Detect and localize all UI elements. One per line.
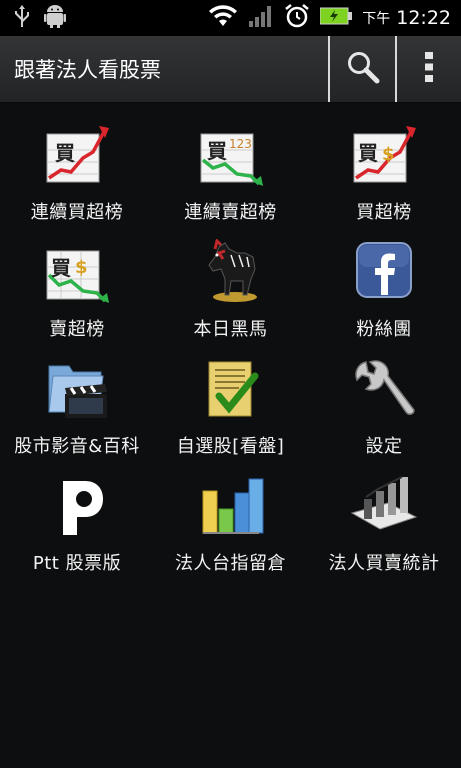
menu-grid: 買 連續買超榜 買 123 連續賣超榜 買 $ 買超榜 買 $ 賣超榜 本日黑馬… — [0, 108, 461, 576]
menu-item-video-wiki[interactable]: 股市影音&百科 — [0, 342, 154, 459]
menu-label: 本日黑馬 — [193, 319, 268, 340]
action-bar: 跟著法人看股票 — [0, 36, 461, 103]
bar-chart-icon — [195, 473, 267, 539]
watchlist-check-icon — [195, 356, 267, 422]
battery-charging-icon — [319, 7, 353, 29]
menu-item-sell-top[interactable]: 買 $ 賣超榜 — [0, 225, 154, 342]
more-vert-icon — [424, 50, 434, 88]
svg-text:$: $ — [382, 144, 395, 165]
app-title: 跟著法人看股票 — [14, 58, 161, 82]
buy-chart-up-icon: 買 — [41, 122, 113, 188]
status-bar: 下午 12:22 — [0, 0, 461, 36]
svg-text:買: 買 — [358, 141, 378, 165]
search-button[interactable] — [328, 36, 395, 102]
menu-label: 買超榜 — [356, 202, 412, 223]
menu-label: 粉絲團 — [356, 319, 412, 340]
android-debug-icon — [44, 4, 66, 32]
overflow-menu-button[interactable] — [395, 36, 461, 102]
status-time: 12:22 — [396, 7, 451, 29]
dark-horse-icon — [195, 239, 267, 305]
status-ampm: 下午 — [362, 11, 391, 27]
signal-icon — [248, 5, 274, 31]
menu-item-buy-sell-stats[interactable]: 法人買賣統計 — [307, 459, 461, 576]
svg-text:買: 買 — [207, 139, 227, 163]
svg-text:買: 買 — [51, 256, 71, 280]
sell-chart-123-icon: 買 123 — [195, 122, 267, 188]
ptt-icon — [41, 473, 113, 539]
menu-item-dark-horse[interactable]: 本日黑馬 — [154, 225, 307, 342]
svg-text:$: $ — [75, 257, 88, 278]
menu-label: 股市影音&百科 — [14, 436, 140, 457]
menu-label: 連續賣超榜 — [184, 202, 277, 223]
menu-item-watchlist[interactable]: 自選股[看盤] — [154, 342, 307, 459]
svg-text:買: 買 — [55, 141, 75, 165]
menu-label: Ptt 股票版 — [32, 553, 122, 574]
menu-item-futures-position[interactable]: 法人台指留倉 — [154, 459, 307, 576]
usb-icon — [14, 5, 30, 31]
alarm-icon — [284, 3, 310, 33]
svg-text:123: 123 — [229, 137, 252, 151]
menu-label: 賣超榜 — [49, 319, 105, 340]
menu-item-settings[interactable]: 設定 — [307, 342, 461, 459]
menu-label: 自選股[看盤] — [176, 436, 285, 457]
facebook-icon — [348, 239, 420, 305]
menu-item-ptt[interactable]: Ptt 股票版 — [0, 459, 154, 576]
sell-chart-dollar-icon: 買 $ — [41, 239, 113, 305]
buy-chart-dollar-icon: 買 $ — [348, 122, 420, 188]
wrench-icon — [348, 356, 420, 422]
menu-label: 法人台指留倉 — [175, 553, 286, 574]
video-folder-icon — [41, 356, 113, 422]
menu-item-buy-top[interactable]: 買 $ 買超榜 — [307, 108, 461, 225]
search-icon — [346, 50, 380, 88]
menu-item-consecutive-buy[interactable]: 買 連續買超榜 — [0, 108, 154, 225]
wifi-icon — [208, 5, 238, 31]
menu-item-fan-page[interactable]: 粉絲團 — [307, 225, 461, 342]
menu-item-consecutive-sell[interactable]: 買 123 連續賣超榜 — [154, 108, 307, 225]
stats-chart-icon — [348, 473, 420, 539]
menu-label: 設定 — [365, 436, 403, 457]
menu-label: 連續買超榜 — [30, 202, 124, 223]
menu-label: 法人買賣統計 — [328, 553, 440, 574]
